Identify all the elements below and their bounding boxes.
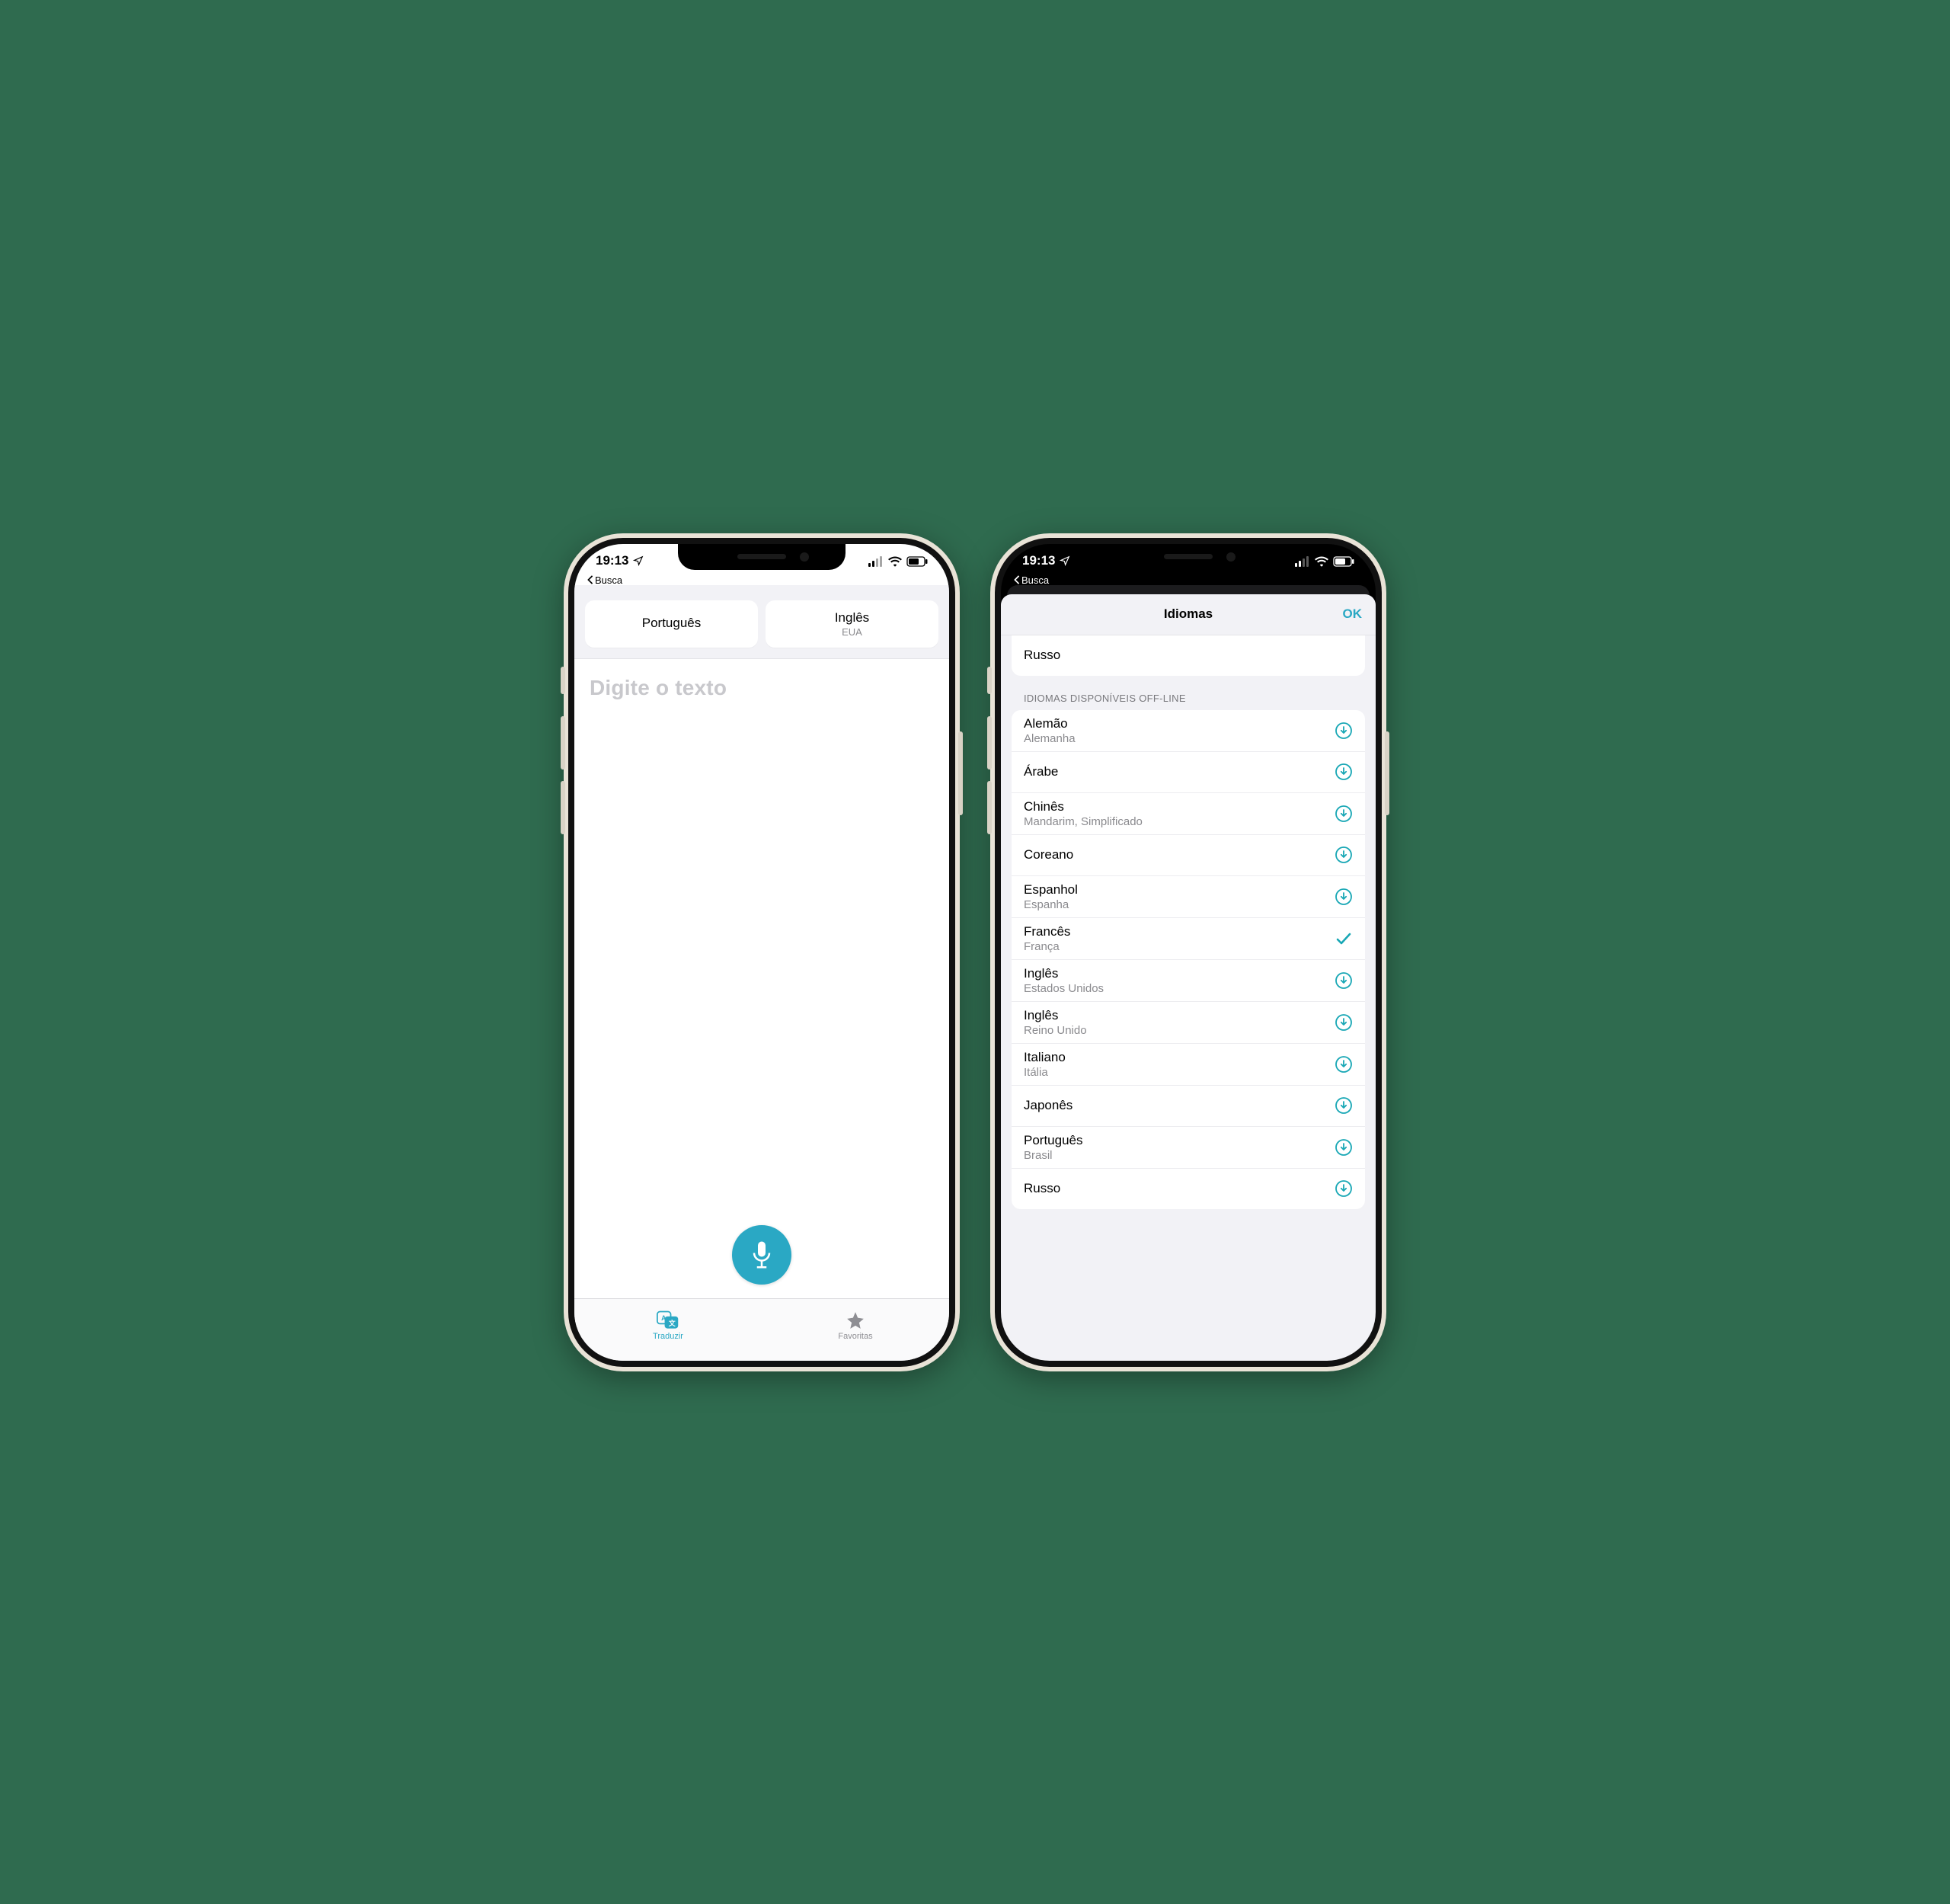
list-item[interactable]: Árabe [1012,751,1365,792]
breadcrumb-back-label: Busca [595,574,622,586]
language-name: Inglês [1024,966,1104,981]
language-region: França [1024,940,1070,953]
phone-translate: 19:13 Busca Po [564,533,960,1371]
download-icon[interactable] [1335,722,1353,740]
download-icon[interactable] [1335,763,1353,781]
language-name: Árabe [1024,764,1058,779]
star-icon [846,1310,865,1330]
status-time: 19:13 [596,553,628,568]
download-icon[interactable] [1335,1055,1353,1074]
language-region: Espanha [1024,898,1078,911]
list-item[interactable]: PortuguêsBrasil [1012,1126,1365,1168]
list-item[interactable]: AlemãoAlemanha [1012,710,1365,751]
language-name: Japonês [1024,1098,1072,1113]
svg-text:A: A [661,1314,667,1322]
wifi-icon [888,556,902,567]
battery-icon [1333,556,1354,567]
microphone-button[interactable] [732,1225,791,1285]
screen: 19:13 Busca Po [574,544,949,1361]
tab-bar: A文 Traduzir Favoritas [574,1298,949,1361]
language-selector-bar: Português Inglês EUA [574,585,949,658]
recent-language-group: Russo [1012,635,1365,676]
chevron-left-icon [1013,575,1021,584]
language-region: Alemanha [1024,732,1076,745]
chevron-left-icon [587,575,594,584]
language-region: Brasil [1024,1149,1083,1162]
sheet-header: Idiomas OK [1001,594,1376,635]
lang-to-sub: EUA [842,626,862,638]
list-item[interactable]: FrancêsFrança [1012,917,1365,959]
download-icon[interactable] [1335,1096,1353,1115]
language-name: Chinês [1024,799,1143,814]
sheet-backdrop: Idiomas OK Russo IDIOMAS DISPONÍVEIS OFF… [1001,585,1376,1361]
list-item[interactable]: Coreano [1012,834,1365,875]
offline-section-title: IDIOMAS DISPONÍVEIS OFF-LINE [1024,693,1353,704]
languages-sheet: Idiomas OK Russo IDIOMAS DISPONÍVEIS OFF… [1001,594,1376,1361]
list-item[interactable]: Russo [1012,1168,1365,1209]
language-region: Mandarim, Simplificado [1024,815,1143,828]
tab-favorites[interactable]: Favoritas [762,1299,949,1353]
translate-icon: A文 [657,1310,679,1330]
language-name: Português [1024,1133,1083,1148]
notch [678,544,846,570]
language-name: Russo [1024,648,1060,663]
breadcrumb-back-label: Busca [1021,574,1049,586]
breadcrumb-back[interactable]: Busca [1013,574,1049,586]
location-arrow-icon [1060,555,1070,566]
tab-favorites-label: Favoritas [838,1332,872,1341]
notch [1104,544,1272,570]
battery-icon [906,556,928,567]
language-name: Francês [1024,924,1070,939]
download-icon[interactable] [1335,1013,1353,1032]
checkmark-icon [1335,930,1353,948]
download-icon[interactable] [1335,888,1353,906]
list-item[interactable]: EspanholEspanha [1012,875,1365,917]
list-item[interactable]: Japonês [1012,1085,1365,1126]
lang-from-name: Português [642,616,702,631]
download-icon[interactable] [1335,1138,1353,1157]
language-name: Russo [1024,1181,1060,1196]
language-name: Coreano [1024,847,1073,862]
languages-scroll[interactable]: Russo IDIOMAS DISPONÍVEIS OFF-LINE Alemã… [1001,635,1376,1361]
ok-button[interactable]: OK [1343,606,1363,622]
list-item[interactable]: InglêsReino Unido [1012,1001,1365,1043]
svg-text:文: 文 [669,1319,676,1327]
language-name: Italiano [1024,1050,1066,1065]
cellular-icon [1295,556,1310,567]
screen: 19:13 Busca [1001,544,1376,1361]
language-name: Espanhol [1024,882,1078,898]
list-item[interactable]: ChinêsMandarim, Simplificado [1012,792,1365,834]
tab-translate-label: Traduzir [653,1332,683,1341]
lang-from-card[interactable]: Português [585,600,758,648]
microphone-icon [750,1240,773,1270]
download-icon[interactable] [1335,846,1353,864]
phone-languages: 19:13 Busca [990,533,1386,1371]
translate-input-area[interactable]: Digite o texto [574,658,949,1298]
list-item[interactable]: ItalianoItália [1012,1043,1365,1085]
location-arrow-icon [633,555,644,566]
offline-language-group: AlemãoAlemanha Árabe ChinêsMandarim, Simpl… [1012,710,1365,1209]
download-icon[interactable] [1335,1179,1353,1198]
list-item[interactable]: Russo [1012,635,1365,676]
lang-to-card[interactable]: Inglês EUA [766,600,938,648]
language-name: Alemão [1024,716,1076,731]
language-region: Reino Unido [1024,1024,1087,1037]
input-placeholder: Digite o texto [590,676,934,700]
download-icon[interactable] [1335,971,1353,990]
download-icon[interactable] [1335,805,1353,823]
lang-to-name: Inglês [835,610,869,626]
sheet-title: Idiomas [1164,606,1213,622]
breadcrumb-back[interactable]: Busca [587,574,622,586]
tab-translate[interactable]: A文 Traduzir [574,1299,762,1353]
cellular-icon [868,556,884,567]
language-region: Estados Unidos [1024,982,1104,995]
language-name: Inglês [1024,1008,1087,1023]
list-item[interactable]: InglêsEstados Unidos [1012,959,1365,1001]
status-time: 19:13 [1022,553,1055,568]
wifi-icon [1315,556,1328,567]
language-region: Itália [1024,1066,1066,1079]
